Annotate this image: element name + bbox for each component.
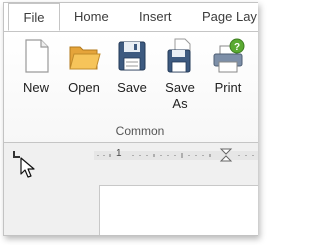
- ruler-area: 1: [4, 143, 258, 235]
- mouse-pointer-icon: [20, 157, 35, 178]
- print-button-label: Print: [214, 80, 242, 95]
- tab-file[interactable]: File: [8, 3, 60, 31]
- save-button-label: Save: [117, 80, 147, 95]
- save-button[interactable]: Save: [110, 38, 154, 96]
- new-button[interactable]: New: [14, 38, 58, 96]
- app-window: File Home Insert Page Lay New Open Save …: [3, 2, 258, 236]
- ruler-number: 1: [116, 148, 122, 159]
- tab-page-layout[interactable]: Page Lay: [202, 3, 257, 31]
- tab-insert[interactable]: Insert: [139, 3, 172, 31]
- svg-text:?: ?: [234, 42, 240, 53]
- save-as-button[interactable]: Save As: [158, 38, 202, 112]
- floppy-disk-icon: [115, 38, 149, 74]
- tab-home[interactable]: Home: [74, 3, 109, 31]
- save-as-label-line2: As: [172, 96, 188, 111]
- new-button-label: New: [22, 80, 49, 95]
- open-button-label: Open: [68, 80, 100, 95]
- save-as-label-line1: Save: [165, 80, 195, 95]
- open-folder-icon: [67, 38, 101, 74]
- ribbon-panel: New Open Save Save As ? Print Common: [4, 32, 258, 143]
- print-button[interactable]: ? Print: [206, 38, 250, 96]
- save-as-icon: [163, 38, 197, 74]
- group-label-common: Common: [115, 124, 165, 138]
- open-button[interactable]: Open: [62, 38, 106, 96]
- save-as-button-label: Save As: [158, 80, 202, 112]
- ribbon-tab-strip: File Home Insert Page Lay: [4, 3, 258, 32]
- document-page[interactable]: [99, 185, 258, 235]
- printer-help-icon: ?: [211, 38, 245, 74]
- new-document-icon: [19, 38, 53, 74]
- left-tab-stop-icon[interactable]: [13, 151, 20, 158]
